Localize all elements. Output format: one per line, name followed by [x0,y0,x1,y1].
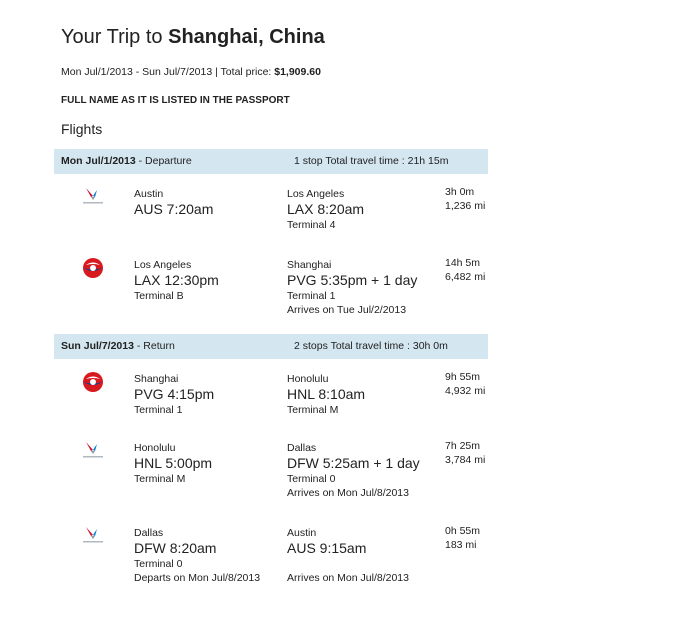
title-destination: Shanghai, China [168,26,325,48]
flight-duration: 3h 0m [445,186,475,198]
departure-city: Los Angeles [134,259,192,271]
arrival-city: Dallas [287,442,317,454]
departure-date: Mon Jul/1/2013 [61,155,136,167]
american-airlines-icon [82,440,104,462]
arrival-city: Los Angeles [287,188,345,200]
arrival-note: Arrives on Tue Jul/2/2013 [287,304,407,316]
trip-dates: Mon Jul/1/2013 - Sun Jul/7/2013 | Total … [61,66,272,78]
departure-time: LAX 12:30pm [134,272,219,288]
flight-segment: Los Angeles LAX 12:30pm Terminal B Shang… [54,253,494,323]
china-eastern-icon [82,257,104,279]
fullname-label: FULL NAME AS IT IS LISTED IN THE PASSPOR… [61,95,290,106]
american-airlines-icon [82,525,104,547]
arrival-terminal: Terminal 4 [287,219,336,231]
title-prefix: Your Trip to [61,26,163,48]
flight-duration: 14h 5m [445,257,481,269]
trip-summary: Mon Jul/1/2013 - Sun Jul/7/2013 | Total … [61,66,321,78]
flight-segment: Shanghai PVG 4:15pm Terminal 1 Honolulu … [54,367,494,437]
return-label: - Return [136,340,175,352]
departure-terminal: Terminal 1 [134,404,183,416]
page-title: Your Trip to Shanghai, China [61,26,325,49]
flight-segment: Dallas DFW 8:20am Terminal 0 Departs on … [54,521,494,591]
arrival-time: LAX 8:20am [287,201,365,217]
arrival-terminal: Terminal 0 [287,473,336,485]
arrival-time: PVG 5:35pm + 1 day [287,272,418,288]
arrival-time: HNL 8:10am [287,386,366,402]
flight-distance: 1,236 mi [445,200,486,212]
departure-info: 1 stop Total travel time : 21h 15m [294,155,449,167]
departure-city: Dallas [134,527,164,539]
arrival-terminal: Terminal 1 [287,290,336,302]
departure-time: HNL 5:00pm [134,455,213,471]
arrival-time: DFW 5:25am + 1 day [287,455,420,471]
flight-duration: 7h 25m [445,440,481,452]
flight-duration: 9h 55m [445,371,481,383]
departure-city: Shanghai [134,373,179,385]
flight-segment: Austin AUS 7:20am Los Angeles LAX 8:20am… [54,182,494,252]
flight-distance: 6,482 mi [445,271,486,283]
departure-label: - Departure [138,155,192,167]
flight-distance: 3,784 mi [445,454,486,466]
flight-distance: 183 mi [445,539,477,551]
departure-city: Austin [134,188,164,200]
flight-duration: 0h 55m [445,525,481,537]
departure-time: PVG 4:15pm [134,386,215,402]
departure-terminal: Terminal 0 [134,558,183,570]
arrival-city: Shanghai [287,259,332,271]
china-eastern-icon [82,371,104,393]
departure-header: Mon Jul/1/2013 - Departure 1 stop Total … [54,149,488,174]
arrival-city: Austin [287,527,317,539]
american-airlines-icon [82,186,104,208]
departure-terminal: Terminal B [134,290,184,302]
departure-terminal: Terminal M [134,473,186,485]
arrival-terminal: Terminal M [287,404,339,416]
departure-time: DFW 8:20am [134,540,217,556]
arrival-time: AUS 9:15am [287,540,367,556]
return-info: 2 stops Total travel time : 30h 0m [294,340,448,352]
departure-city: Honolulu [134,442,176,454]
total-price: $1,909.60 [274,66,321,78]
return-date: Sun Jul/7/2013 [61,340,134,352]
flights-heading: Flights [61,121,103,137]
departure-time: AUS 7:20am [134,201,214,217]
arrival-note: Arrives on Mon Jul/8/2013 [287,487,409,499]
flight-distance: 4,932 mi [445,385,486,397]
return-header: Sun Jul/7/2013 - Return 2 stops Total tr… [54,334,488,359]
departure-note: Departs on Mon Jul/8/2013 [134,572,261,584]
arrival-note: Arrives on Mon Jul/8/2013 [287,572,409,584]
flight-segment: Honolulu HNL 5:00pm Terminal M Dallas DF… [54,436,494,506]
arrival-city: Honolulu [287,373,329,385]
